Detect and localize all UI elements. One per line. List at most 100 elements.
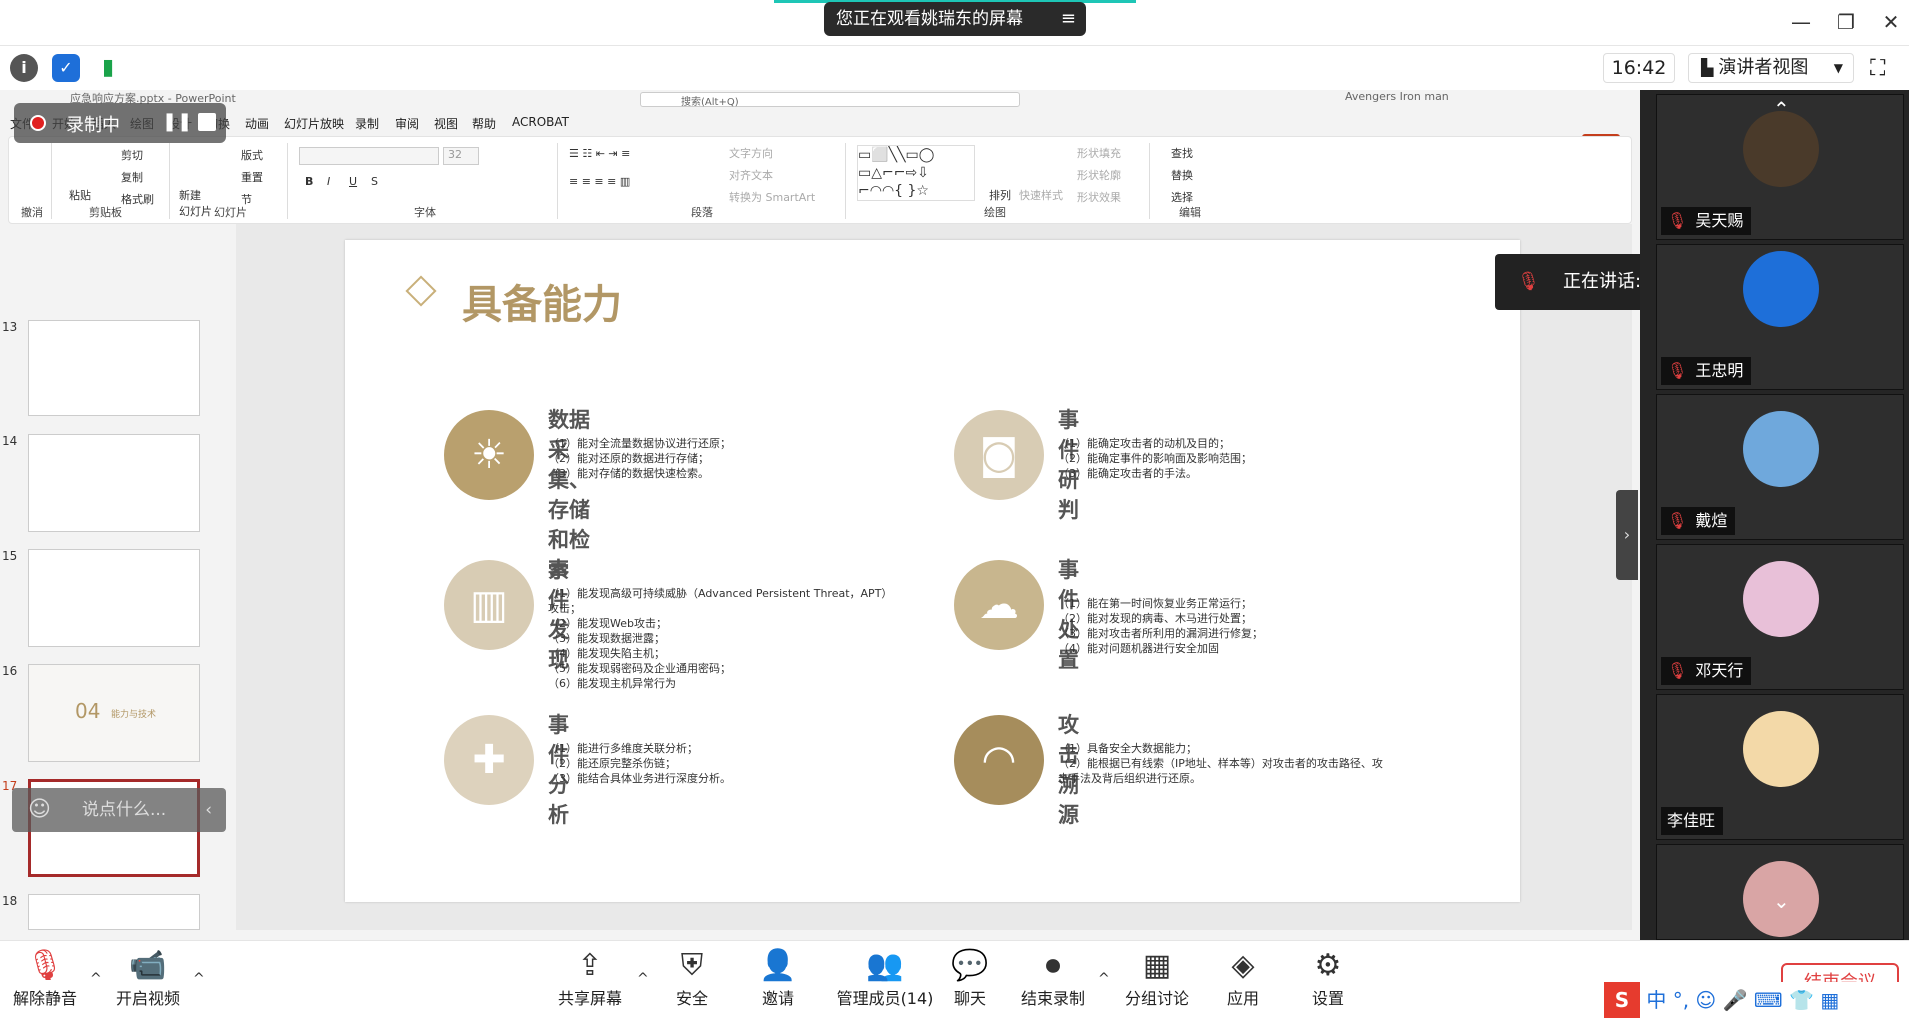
menu-review[interactable]: 审阅 [395,115,419,132]
signal-icon[interactable]: ▮ [94,54,122,82]
restore-icon[interactable]: ❐ [1831,10,1861,34]
current-slide: 具备能力 ☀ 数据采集、存储和检索 （1）能对全流量数据协议进行还原； （2）能… [345,240,1520,902]
invite-button[interactable]: 👤 邀请 [733,941,823,1019]
menu-slideshow[interactable]: 幻灯片放映 [284,115,344,132]
end-recording-button[interactable]: ⏺ 结束录制 [1008,941,1098,1019]
chevron-down-icon[interactable]: ⌄ [1773,889,1790,913]
copy-button[interactable]: 复制 [121,169,143,185]
participant-tile[interactable]: 李佳旺 [1656,694,1904,840]
chat-input-float[interactable]: ☺ 说点什么... ‹ [12,788,226,832]
reset-button[interactable]: 重置 [241,169,263,185]
capability-line: （1）能对全流量数据协议进行还原； [548,437,731,450]
shape-outline-button[interactable]: 形状轮廓 [1077,167,1121,183]
chat-button[interactable]: 💬 聊天 [925,941,1015,1019]
chevron-up-icon[interactable]: ⌃ [1773,97,1790,121]
slide-thumbnail-18[interactable] [28,894,200,930]
capability-line: （3）能结合具体业务进行深度分析。 [548,772,731,785]
slide-thumbnail-14[interactable] [28,434,200,532]
thumb-number: 15 [2,549,18,563]
chevron-left-icon[interactable]: ‹ [205,788,212,832]
find-button[interactable]: 查找 [1171,145,1193,161]
thumb-number: 16 [2,664,18,678]
font-family-dropdown[interactable] [299,147,439,165]
diamond-decoration [405,275,437,307]
slide-thumbnail-15[interactable] [28,549,200,647]
puzzle-icon: ✚ [444,715,534,805]
menu-help[interactable]: 帮助 [472,115,496,132]
shadow-icon[interactable]: S [371,175,378,188]
bullets-icon[interactable]: ☰ ☷ ⇤ ⇥ ≡ [569,147,630,160]
view-mode-selector[interactable]: ▙ 演讲者视图 ▼ [1688,53,1854,83]
shape-fill-button[interactable]: 形状填充 [1077,145,1121,161]
capability-line: （3）能对存储的数据快速检索。 [548,467,709,480]
menu-animations[interactable]: 动画 [245,115,269,132]
menu-view[interactable]: 视图 [434,115,458,132]
menu-acrobat[interactable]: ACROBAT [512,115,569,129]
stop-icon[interactable] [198,113,216,131]
info-icon[interactable]: i [10,54,38,82]
ime-toolbar[interactable]: S 中 °, ☺ 🎤 ⌨ 👕 ▦ [1604,982,1909,1018]
shield-icon[interactable]: ✓ [52,54,80,82]
screen-share-banner[interactable]: 您正在观看姚瑞东的屏幕 ≡ [824,2,1086,36]
book-icon: ▥ [444,560,534,650]
align-icon[interactable]: ≡ ≡ ≡ ≡ ▥ [569,175,630,188]
start-video-button[interactable]: 📹 开启视频 [103,941,193,1019]
mic-muted-icon: 🎙 [1667,511,1688,530]
share-screen-button[interactable]: ⇪ 共享屏幕 [545,941,635,1019]
chevron-up-icon[interactable]: ^ [193,971,205,987]
paste-button[interactable]: 粘贴 [69,187,91,203]
pause-icon[interactable]: ❚❚ [162,111,192,132]
align-text-button[interactable]: 对齐文本 [729,167,773,183]
capability-line: （2）能对发现的病毒、木马进行处置； [1058,612,1252,625]
capability-line: （6）能发现主机异常行为 [548,677,676,690]
participant-tile[interactable]: ⌄ [1656,844,1904,940]
new-slide-button[interactable]: 新建 幻灯片 [179,187,212,219]
headphones-icon: ◠ [954,715,1044,805]
participant-panel: ⌃ 🎙 吴天赐 🎙 王忠明 🎙 戴煊 🎙 邓天行 李佳旺 ⌄ › [1616,90,1909,940]
menu-icon[interactable]: ≡ [1061,2,1076,36]
shapes-gallery[interactable]: ▭⬜╲╲▭◯ ▭△⌐⌐⇨⇩ ⌐◠◠{ }☆ [857,145,975,201]
participant-name: 🎙 戴煊 [1661,507,1736,535]
breakout-button[interactable]: ▦ 分组讨论 [1112,941,1202,1019]
format-painter-button[interactable]: 格式刷 [121,191,154,207]
unmute-button[interactable]: 🎙 解除静音 [0,941,90,1019]
layout-button[interactable]: 版式 [241,147,263,163]
italic-icon[interactable]: I [327,175,330,188]
chevron-up-icon[interactable]: ^ [90,971,102,987]
smartart-button[interactable]: 转换为 SmartArt [729,189,815,205]
participant-tile[interactable]: 🎙 邓天行 [1656,544,1904,690]
font-size-dropdown[interactable]: 32 [443,147,479,165]
slide-thumbnail-13[interactable] [28,320,200,416]
settings-button[interactable]: ⚙ 设置 [1283,941,1373,1019]
close-icon[interactable]: ✕ [1876,10,1906,34]
bold-icon[interactable]: B [305,175,313,188]
replace-button[interactable]: 替换 [1171,167,1193,183]
capability-line: （3）能确定攻击者的手法。 [1058,467,1197,480]
underline-icon[interactable]: U [349,175,357,188]
shape-effects-button[interactable]: 形状效果 [1077,189,1121,205]
ppt-search-box[interactable]: 搜索(Alt+Q) [640,92,1020,108]
quick-styles-button[interactable]: 快速样式 [1019,187,1063,203]
recording-badge[interactable]: 录制中 ❚❚ [14,103,226,143]
slide-thumbnail-16[interactable]: 04 能力与技术 [28,664,200,762]
text-direction-button[interactable]: 文字方向 [729,145,773,161]
select-button[interactable]: 选择 [1171,189,1193,205]
emoji-icon[interactable]: ☺ [28,788,51,832]
camera-icon: ◙ [954,410,1044,500]
security-button[interactable]: ⛨ 安全 [647,941,737,1019]
chevron-up-icon[interactable]: ^ [1098,971,1110,987]
participant-tile[interactable]: 🎙 戴煊 [1656,394,1904,540]
shield-icon: ⛨ [680,948,704,983]
fullscreen-icon[interactable]: ⛶ [1870,56,1885,81]
ribbon-group-clipboard: 剪贴板 [89,206,122,219]
participant-tile[interactable]: ⌃ 🎙 吴天赐 [1656,94,1904,240]
menu-record[interactable]: 录制 [355,115,379,132]
cut-button[interactable]: 剪切 [121,147,143,163]
ribbon-divider [51,143,52,219]
apps-button[interactable]: ◈ 应用 [1198,941,1288,1019]
minimize-icon[interactable]: — [1786,10,1816,34]
collapse-panel-button[interactable]: › [1616,490,1638,580]
arrange-button[interactable]: 排列 [989,187,1011,203]
participant-tile[interactable]: 🎙 王忠明 [1656,244,1904,390]
ribbon-group-drawing: 绘图 [984,206,1006,219]
